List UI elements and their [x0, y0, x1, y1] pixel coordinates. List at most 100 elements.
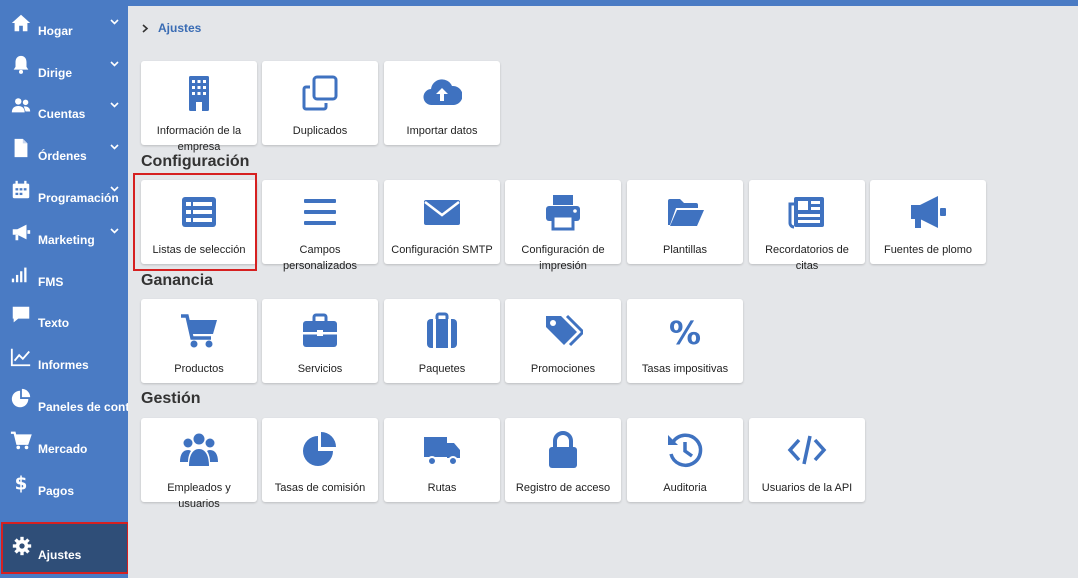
tile-label: Recordatorios de citas	[765, 244, 849, 272]
tile-fuentes-de-plomo[interactable]: Fuentes de plomo	[870, 180, 986, 264]
pie-chart-icon	[10, 388, 32, 410]
tile-rutas[interactable]: Rutas	[384, 418, 500, 502]
tile-label: Registro de acceso	[515, 482, 611, 494]
envelope-icon	[422, 192, 462, 232]
tile-configuracion-de-impresion[interactable]: Configuración de impresión	[505, 180, 621, 272]
tile-promociones[interactable]: Promociones	[505, 299, 621, 383]
dollar-icon: $	[10, 472, 32, 494]
tile-campos-personalizados[interactable]: Campos personalizados	[262, 180, 378, 272]
sidebar-item-label: FMS	[38, 275, 64, 289]
tile-configuracion-smtp[interactable]: Configuración SMTP	[384, 180, 500, 264]
sidebar-item-dirige[interactable]: Dirige	[0, 50, 128, 90]
code-icon	[787, 430, 827, 470]
chevron-down-icon[interactable]	[109, 141, 120, 152]
section-title: Configuración	[141, 153, 250, 170]
sidebar-item-label: Pagos	[38, 484, 75, 498]
tile-label: Promociones	[530, 363, 596, 375]
home-icon	[10, 12, 32, 34]
cart-icon	[10, 430, 32, 452]
gear-icon	[12, 536, 32, 556]
sidebar-item-hogar[interactable]: Hogar	[0, 8, 128, 48]
tile-paquetes[interactable]: Paquetes	[384, 299, 500, 383]
newspaper-icon	[787, 192, 827, 232]
tile-servicios[interactable]: Servicios	[262, 299, 378, 383]
users-icon	[179, 430, 219, 470]
chevron-down-icon[interactable]	[109, 99, 120, 110]
sidebar-item-paneles-de-control[interactable]: Paneles de control	[0, 384, 128, 424]
sidebar-item-cuentas[interactable]: Cuentas	[0, 91, 128, 131]
tile-label: Importar datos	[406, 125, 478, 137]
tile-label: Auditoria	[663, 482, 707, 494]
tags-icon	[543, 311, 583, 351]
tile-label: Información de la empresa	[156, 125, 242, 153]
tile-tasas-de-comision[interactable]: Tasas de comisión	[262, 418, 378, 502]
bullhorn-icon	[10, 221, 32, 243]
tile-label: Rutas	[427, 482, 457, 494]
sidebar-item-label: Programación	[38, 191, 119, 205]
chevron-down-icon[interactable]	[109, 16, 120, 27]
sidebar-item-label: Ajustes	[38, 548, 82, 562]
sidebar-item-marketing[interactable]: Marketing	[0, 217, 128, 257]
tile-label: Tasas de comisión	[274, 482, 366, 494]
sidebar-item-informes[interactable]: Informes	[0, 342, 128, 382]
history-icon	[665, 430, 705, 470]
percent-icon: %	[665, 311, 705, 351]
tile-importar-datos[interactable]: Importar datos	[384, 61, 500, 145]
tile-label: Duplicados	[292, 125, 348, 137]
briefcase-icon	[300, 311, 340, 351]
tile-informacion-de-la-empresa[interactable]: Información de la empresa	[141, 61, 257, 153]
breadcrumb-current[interactable]: Ajustes	[158, 21, 201, 35]
tile-label: Fuentes de plomo	[883, 244, 973, 256]
tile-duplicados[interactable]: Duplicados	[262, 61, 378, 145]
tile-empleados-y-usuarios[interactable]: Empleados y usuarios	[141, 418, 257, 510]
line-chart-icon	[10, 346, 32, 368]
folder-icon	[665, 192, 705, 232]
chevron-down-icon[interactable]	[109, 183, 120, 194]
bars-icon	[300, 192, 340, 232]
sidebar-item-ajustes[interactable]: Ajustes	[1, 522, 128, 574]
sidebar: Hogar Dirige Cuentas Órdenes Programación Mar…	[0, 0, 128, 578]
suitcase-icon	[422, 311, 462, 351]
chevron-down-icon[interactable]	[109, 58, 120, 69]
sidebar-item-programacion[interactable]: Programación	[0, 175, 128, 215]
truck-icon	[422, 430, 462, 470]
calendar-icon	[10, 179, 32, 201]
tile-label: Configuración de impresión	[521, 244, 605, 272]
tile-label: Servicios	[297, 363, 343, 375]
tile-usuarios-de-la-api[interactable]: Usuarios de la API	[749, 418, 865, 502]
tile-recordatorios-de-citas[interactable]: Recordatorios de citas	[749, 180, 865, 272]
sidebar-item-pagos[interactable]: $ Pagos	[0, 468, 128, 508]
sidebar-item-texto[interactable]: Texto	[0, 300, 128, 340]
users-icon	[10, 95, 32, 117]
sidebar-item-label: Hogar	[38, 24, 73, 38]
tile-label: Plantillas	[662, 244, 708, 256]
sidebar-item-label: Marketing	[38, 233, 95, 247]
pie-chart-icon	[300, 430, 340, 470]
tile-label: Configuración SMTP	[391, 244, 493, 256]
tile-label: Empleados y usuarios	[167, 482, 231, 510]
sidebar-item-label: Informes	[38, 358, 89, 372]
building-icon	[179, 73, 219, 113]
sidebar-item-label: Paneles de control	[38, 400, 128, 414]
tile-tasas-impositivas[interactable]: % Tasas impositivas	[627, 299, 743, 383]
megaphone-icon	[908, 192, 948, 232]
chevron-down-icon[interactable]	[109, 225, 120, 236]
tile-plantillas[interactable]: Plantillas	[627, 180, 743, 264]
tile-auditoria[interactable]: Auditoria	[627, 418, 743, 502]
tile-label: Usuarios de la API	[761, 482, 853, 494]
selected-tile-highlight	[133, 173, 257, 271]
top-accent-bar	[0, 0, 1078, 6]
svg-text:$: $	[15, 473, 28, 494]
sidebar-item-ordenes[interactable]: Órdenes	[0, 133, 128, 173]
signal-icon	[10, 263, 32, 285]
tile-registro-de-acceso[interactable]: Registro de acceso	[505, 418, 621, 502]
cart-icon	[179, 311, 219, 351]
printer-icon	[543, 192, 583, 232]
sidebar-item-fms[interactable]: FMS	[0, 259, 128, 299]
tile-productos[interactable]: Productos	[141, 299, 257, 383]
clone-icon	[300, 73, 340, 113]
section-title: Ganancia	[141, 272, 214, 289]
sidebar-item-mercado[interactable]: Mercado	[0, 426, 128, 466]
tile-label: Paquetes	[418, 363, 466, 375]
bell-icon	[10, 54, 32, 76]
